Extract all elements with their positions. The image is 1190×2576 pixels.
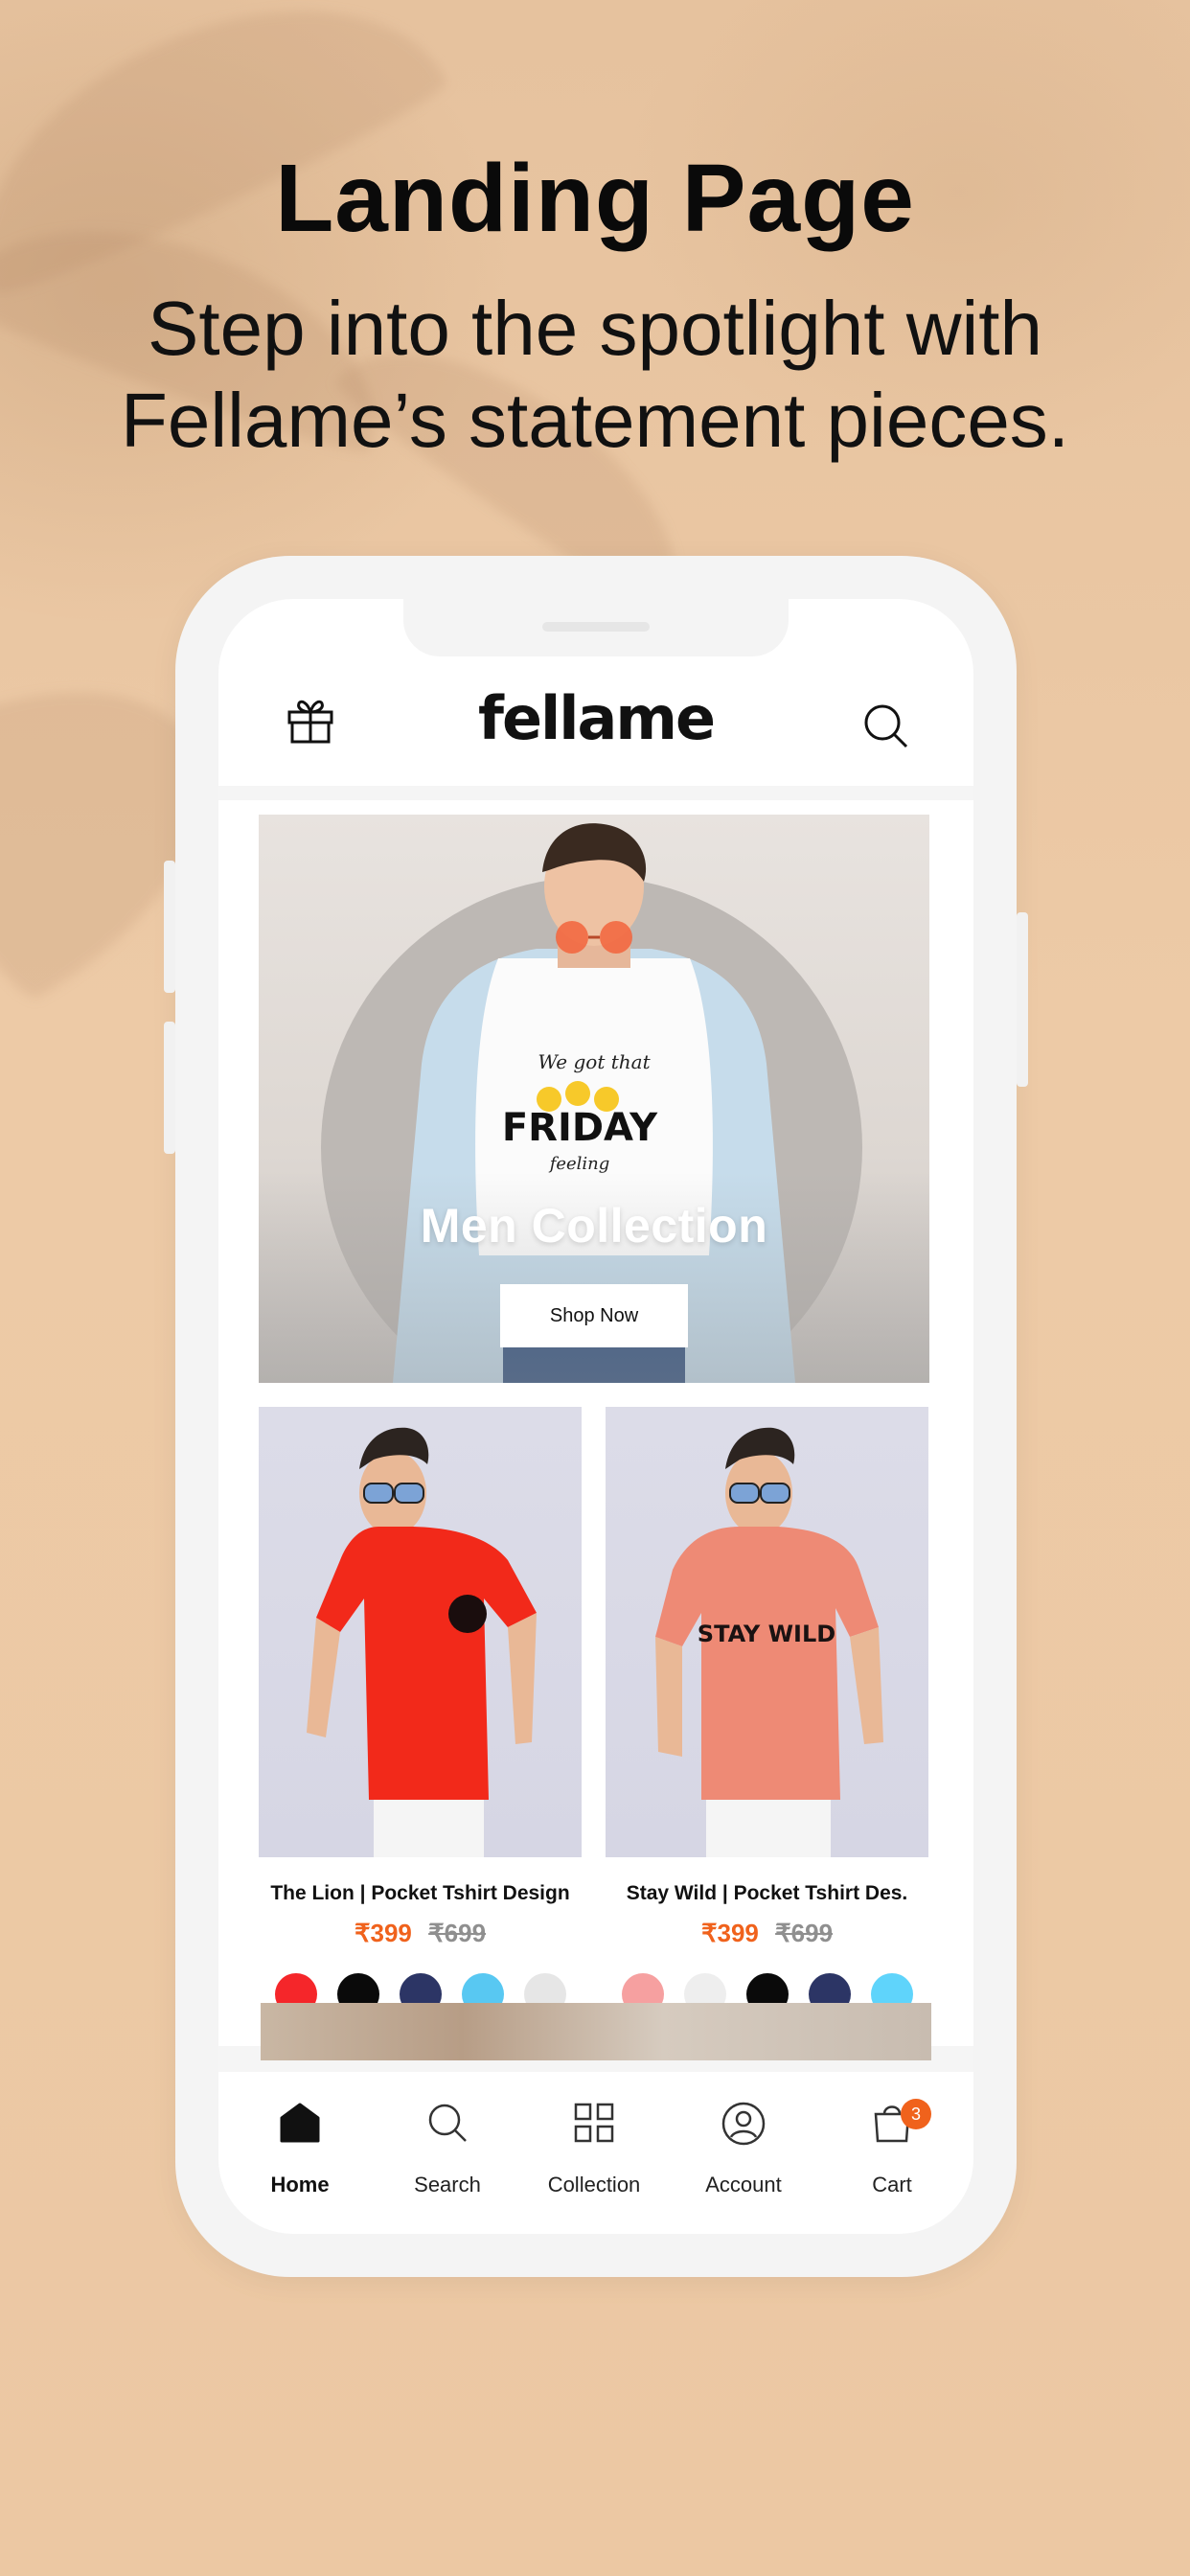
phone-frame: fellame We got that FRIDAY feeling Men C… [164,556,1028,2277]
product-prices: ₹399 ₹699 [259,1919,582,1948]
product-card[interactable]: The Lion | Pocket Tshirt Design ₹399 ₹69… [259,1407,582,2015]
tab-label: Account [705,2173,782,2196]
product-card[interactable]: STAY WILD Stay Wild | Pocket Tshirt Des.… [606,1407,928,2015]
product-image[interactable]: STAY WILD [606,1407,928,1857]
product-price: ₹399 [700,1919,759,1947]
tab-search[interactable]: Search [376,2072,519,2234]
product-model-image [307,1427,537,1857]
speaker [542,622,650,632]
search-icon[interactable] [862,702,920,760]
home-icon [280,2103,320,2143]
tshirt-script-top: We got that [538,1050,651,1073]
phone-power-button [1017,912,1028,1087]
grid-icon [574,2103,614,2143]
product-old-price: ₹699 [428,1919,487,1947]
next-banner-peek[interactable] [261,2003,931,2060]
tshirt-script-bottom: feeling [548,1154,610,1174]
phone-side-button [164,861,175,993]
product-price: ₹399 [354,1919,412,1947]
promo-title: Landing Page [275,145,915,252]
product-image[interactable] [259,1407,582,1857]
phone-screen: fellame We got that FRIDAY feeling Men C… [218,599,973,2234]
product-shirt [316,1527,537,1800]
product-prices: ₹399 ₹699 [606,1919,928,1948]
bottom-tab-bar: Home Search Collection Account 3 Cart [218,2072,973,2234]
product-name[interactable]: The Lion | Pocket Tshirt Design [259,1882,582,1905]
hero-banner[interactable]: We got that FRIDAY feeling Men Collectio… [259,815,929,1383]
product-shirt [655,1527,879,1800]
tab-cart[interactable]: 3 Cart [820,2072,964,2234]
tab-label: Home [270,2173,330,2196]
tab-home[interactable]: Home [228,2072,372,2234]
tab-label: Collection [547,2173,641,2196]
promo-subtitle-line: Step into the spotlight with [148,286,1042,371]
cart-badge: 3 [901,2099,931,2129]
account-icon [721,2102,766,2146]
tshirt-main-text: FRIDAY [502,1106,658,1150]
tab-account[interactable]: Account [672,2072,815,2234]
product-model-image: STAY WILD [655,1427,883,1857]
product-name[interactable]: Stay Wild | Pocket Tshirt Des. [606,1882,928,1905]
promo-subtitle-line: Fellame’s statement pieces. [120,378,1070,463]
tab-collection[interactable]: Collection [522,2072,666,2234]
shirt-print-text: STAY WILD [698,1621,835,1647]
app-logo[interactable]: fellame [218,683,973,753]
product-old-price: ₹699 [775,1919,834,1947]
shop-now-button[interactable]: Shop Now [500,1284,688,1347]
promo-subtitle: Step into the spotlight with Fellame’s s… [0,283,1190,467]
tab-label: Cart [872,2173,912,2196]
phone-notch [403,599,789,656]
hero-title: Men Collection [420,1199,768,1253]
search-icon [428,2104,467,2142]
phone-side-button [164,1022,175,1154]
tab-label: Search [414,2173,481,2196]
main-content: We got that FRIDAY feeling Men Collectio… [218,800,973,2060]
